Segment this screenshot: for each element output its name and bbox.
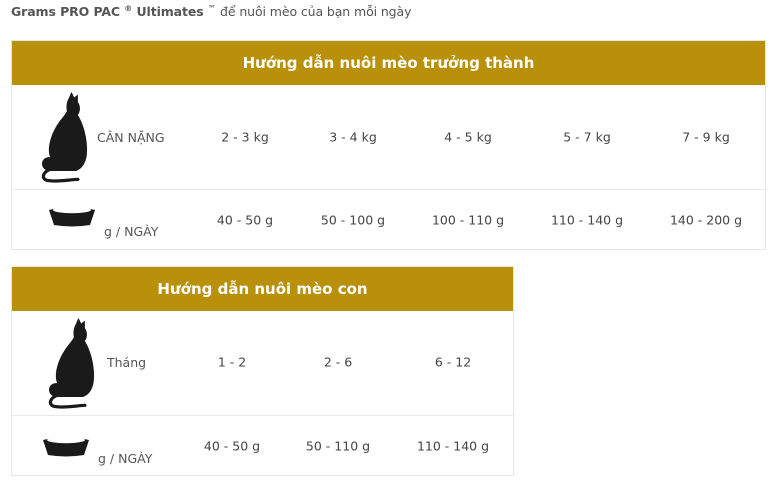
- kitten-daily-value: 110 - 140 g: [416, 438, 490, 454]
- kitten-daily-label: g / NGÀY: [98, 451, 153, 466]
- cat-silhouette-icon: [48, 317, 95, 409]
- food-bowl-icon: [49, 206, 95, 227]
- kitten-guide-title: Hướng dẫn nuôi mèo con: [12, 267, 513, 311]
- adult-daily-row: g / NGÀY 40 - 50 g 50 - 100 g 100 - 110 …: [12, 189, 765, 250]
- kitten-daily-value: 50 - 110 g: [305, 438, 371, 454]
- intro-brand: Grams PRO PAC: [11, 4, 121, 20]
- kitten-age-value: 2 - 6: [323, 354, 353, 370]
- adult-daily-value: 50 - 100 g: [320, 212, 386, 228]
- intro-tail: để nuôi mèo của bạn mỗi ngày: [220, 4, 412, 20]
- adult-guide-title: Hướng dẫn nuôi mèo trưởng thành: [12, 41, 765, 85]
- food-bowl-icon: [43, 436, 89, 457]
- adult-weight-value: 4 - 5 kg: [444, 129, 492, 145]
- adult-daily-value: 140 - 200 g: [669, 212, 743, 228]
- adult-weight-value: 2 - 3 kg: [221, 129, 269, 145]
- kitten-age-value: 6 - 12: [434, 354, 472, 370]
- kitten-daily-value: 40 - 50 g: [203, 438, 261, 454]
- adult-daily-label: g / NGÀY: [104, 224, 159, 239]
- adult-daily-value: 110 - 140 g: [550, 212, 624, 228]
- page-intro: Grams PRO PAC ® Ultimates ™ để nuôi mèo …: [11, 4, 411, 19]
- cat-silhouette-icon: [41, 91, 88, 183]
- adult-weight-value: 7 - 9 kg: [682, 129, 730, 145]
- kitten-daily-row: g / NGÀY 40 - 50 g 50 - 110 g 110 - 140 …: [12, 415, 513, 476]
- intro-product: Ultimates: [136, 4, 204, 20]
- intro-registered-mark: ®: [124, 4, 133, 13]
- adult-daily-value: 100 - 110 g: [431, 212, 505, 228]
- kitten-age-row: Tháng 1 - 2 2 - 6 6 - 12: [12, 311, 513, 415]
- adult-weight-label: CÂN NẶNG: [97, 130, 165, 145]
- adult-feeding-guide: Hướng dẫn nuôi mèo trưởng thành CÂN NẶNG…: [11, 40, 766, 250]
- adult-weight-row: CÂN NẶNG 2 - 3 kg 3 - 4 kg 4 - 5 kg 5 - …: [12, 85, 765, 189]
- kitten-age-label: Tháng: [107, 355, 147, 370]
- adult-weight-value: 3 - 4 kg: [329, 129, 377, 145]
- adult-daily-value: 40 - 50 g: [216, 212, 274, 228]
- adult-weight-value: 5 - 7 kg: [563, 129, 611, 145]
- kitten-feeding-guide: Hướng dẫn nuôi mèo con Tháng 1 - 2 2 - 6…: [11, 266, 514, 476]
- intro-trademark: ™: [207, 4, 216, 13]
- kitten-age-value: 1 - 2: [217, 354, 247, 370]
